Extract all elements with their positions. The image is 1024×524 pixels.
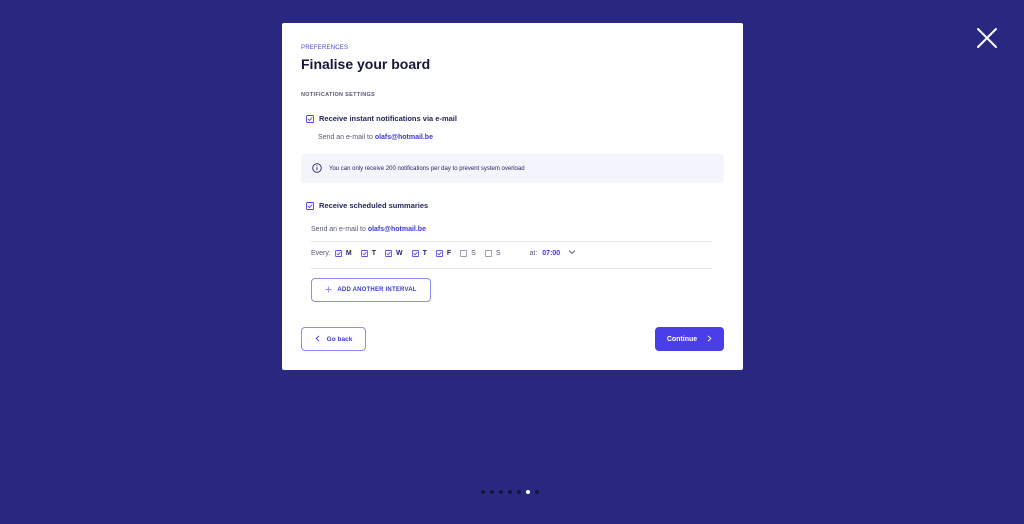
page-title: Finalise your board bbox=[301, 56, 431, 72]
add-interval-button[interactable]: ADD ANOTHER INTERVAL bbox=[311, 278, 431, 302]
section-label: NOTIFICATION SETTINGS bbox=[301, 92, 376, 98]
checkbox-checked-icon bbox=[306, 201, 314, 210]
day-toggle[interactable]: W bbox=[385, 250, 403, 257]
close-icon bbox=[975, 26, 999, 50]
continue-button[interactable]: Continue bbox=[655, 327, 724, 351]
checkbox-checked-icon bbox=[435, 249, 443, 257]
scheduled-email-value: olafs@hotmail.be bbox=[367, 226, 426, 233]
pagination-dots bbox=[481, 490, 539, 494]
checkbox-empty-icon bbox=[460, 249, 468, 257]
day-label: S bbox=[495, 249, 501, 257]
time-select[interactable]: 07:00 bbox=[542, 250, 560, 257]
info-icon bbox=[312, 162, 322, 175]
instant-email-value: olafs@hotmail.be bbox=[374, 134, 433, 141]
scheduled-summaries-label: Receive scheduled summaries bbox=[319, 201, 429, 210]
instant-email-prefix: Send an e-mail to bbox=[318, 134, 375, 141]
preferences-modal: PREFERENCES Finalise your board NOTIFICA… bbox=[282, 23, 743, 370]
go-back-label: Go back bbox=[326, 335, 353, 343]
day-toggle[interactable]: S bbox=[460, 250, 476, 257]
every-label: Every: bbox=[311, 249, 331, 257]
checkbox-checked-icon bbox=[411, 249, 419, 257]
checkbox-checked-icon bbox=[334, 249, 342, 257]
schedule-row: Every: M T W T F S S at: 07:00 bbox=[311, 249, 576, 257]
pager-dot[interactable] bbox=[490, 490, 494, 494]
eyebrow-label: PREFERENCES bbox=[301, 45, 349, 51]
pager-dot[interactable] bbox=[481, 490, 485, 494]
scheduled-summaries-checkbox[interactable]: Receive scheduled summaries bbox=[306, 201, 428, 210]
info-banner: You can only receive 200 notifications p… bbox=[301, 154, 724, 183]
chevron-left-icon bbox=[315, 334, 320, 344]
day-label: F bbox=[446, 249, 452, 257]
pager-dot-active[interactable] bbox=[526, 490, 530, 494]
day-toggle[interactable]: T bbox=[360, 249, 376, 257]
day-toggle[interactable]: M bbox=[334, 249, 352, 257]
pager-dot[interactable] bbox=[499, 490, 503, 494]
add-interval-label: ADD ANOTHER INTERVAL bbox=[337, 287, 417, 293]
day-label: T bbox=[422, 249, 427, 257]
checkbox-empty-icon bbox=[484, 249, 492, 257]
day-toggle[interactable]: F bbox=[435, 249, 452, 257]
chevron-down-icon[interactable] bbox=[568, 249, 576, 257]
checkbox-checked-icon bbox=[360, 249, 368, 257]
pager-dot[interactable] bbox=[517, 490, 521, 494]
instant-email-line: Send an e-mail to olafs@hotmail.be bbox=[318, 134, 433, 141]
divider bbox=[311, 268, 712, 269]
chevron-right-icon bbox=[707, 334, 712, 344]
scheduled-email-prefix: Send an e-mail to bbox=[311, 226, 368, 233]
checkbox-checked-icon bbox=[385, 249, 392, 257]
pager-dot[interactable] bbox=[508, 490, 512, 494]
at-label: at: bbox=[529, 249, 538, 257]
go-back-button[interactable]: Go back bbox=[301, 327, 366, 351]
scheduled-email-line: Send an e-mail to olafs@hotmail.be bbox=[311, 226, 426, 233]
checkbox-checked-icon bbox=[306, 114, 314, 123]
plus-icon bbox=[325, 286, 332, 295]
divider bbox=[311, 241, 712, 242]
day-label: W bbox=[395, 249, 403, 257]
instant-notifications-checkbox[interactable]: Receive instant notifications via e-mail bbox=[306, 114, 457, 123]
info-text: You can only receive 200 notifications p… bbox=[329, 165, 525, 172]
instant-notifications-label: Receive instant notifications via e-mail bbox=[319, 114, 457, 123]
day-label: T bbox=[371, 249, 376, 257]
continue-label: Continue bbox=[666, 335, 698, 343]
day-selector: MTWTFSS bbox=[334, 249, 510, 257]
close-button[interactable] bbox=[975, 26, 999, 50]
day-toggle[interactable]: T bbox=[411, 249, 427, 257]
pager-dot[interactable] bbox=[535, 490, 539, 494]
day-label: M bbox=[345, 249, 352, 257]
day-label: S bbox=[471, 249, 476, 257]
day-toggle[interactable]: S bbox=[484, 249, 501, 257]
